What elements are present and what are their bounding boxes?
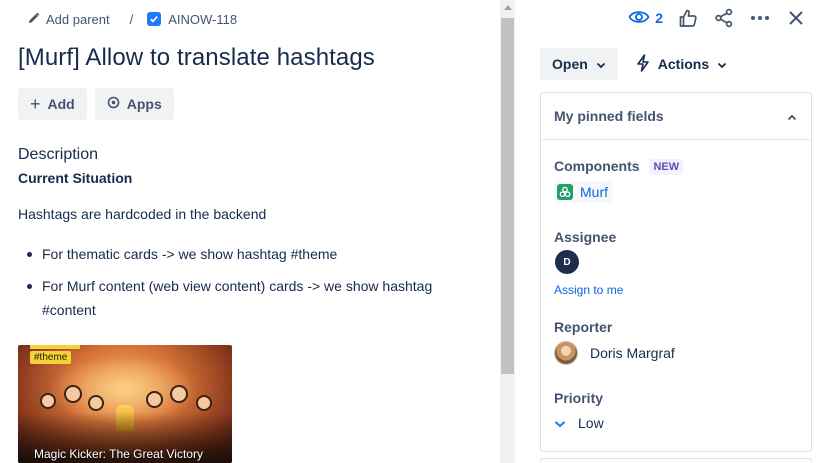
add-button[interactable]: + Add [18,88,87,120]
image-figure [88,395,104,411]
issue-key: AINOW-118 [168,11,238,27]
component-murf[interactable]: Murf [554,181,612,203]
pinned-fields-panel: My pinned fields Components NEW Murf Ass… [540,92,812,452]
actions-label: Actions [657,56,710,72]
status-row: Open Actions [540,48,733,80]
new-badge: NEW [649,159,684,175]
add-button-label: Add [47,96,75,112]
chevron-down-icon [717,56,727,72]
watch-button[interactable]: 2 [628,9,663,28]
image-figure [40,393,56,409]
issue-main-pane: Add parent / AINOW-118 [Murf] Allow to t… [0,0,500,463]
header-actions: 2 [628,6,807,30]
pencil-icon [28,12,40,27]
priority-field[interactable]: Low [554,415,604,431]
pinned-fields-header[interactable]: My pinned fields [541,93,811,140]
actions-dropdown[interactable]: Actions [630,48,733,80]
apps-button-label: Apps [126,96,162,112]
breadcrumb-separator: / [129,11,134,27]
image-figure [196,395,212,411]
add-parent-link[interactable]: Add parent [28,12,110,27]
pinned-fields-title: My pinned fields [554,108,664,124]
apps-button[interactable]: Apps [94,88,174,120]
reporter-field[interactable]: Doris Margraf [554,341,675,365]
avatar [554,341,578,365]
lightning-icon [636,53,650,75]
components-label: Components NEW [554,158,684,175]
image-highlight [30,345,80,349]
next-panel-edge [540,458,812,463]
status-label: Open [552,56,588,72]
breadcrumb: Add parent / AINOW-118 [28,10,237,28]
assignee-label: Assignee [554,229,617,245]
priority-label: Priority [554,390,604,406]
image-figure [64,385,82,403]
scroll-up-icon[interactable] [504,5,512,10]
plus-icon: + [30,94,41,114]
priority-value: Low [578,415,604,431]
image-caption: Magic Kicker: The Great Victory [34,447,203,461]
list-item: For thematic cards -> we show hashtag #t… [18,242,458,266]
description-paragraph: Hashtags are hardcoded in the backend [18,206,267,222]
apps-icon [107,96,120,112]
chevron-down-icon [596,56,606,72]
issue-sidebar: 2 Open Actions My pinned fields Componen… [515,0,821,463]
share-icon[interactable] [713,7,735,29]
description-heading: Description [18,146,99,163]
scrollbar-thumb[interactable] [501,18,514,374]
reporter-name: Doris Margraf [590,345,675,361]
issue-key-link[interactable]: AINOW-118 [147,12,237,27]
component-name: Murf [580,184,608,200]
status-dropdown[interactable]: Open [540,48,618,80]
avatar[interactable]: D [555,250,579,274]
add-parent-label: Add parent [46,11,110,27]
eye-icon [628,9,650,28]
thumbs-up-icon[interactable] [677,7,699,29]
components-label-text: Components [554,158,640,174]
reporter-label: Reporter [554,319,613,335]
image-figure [146,391,163,408]
issue-title[interactable]: [Murf] Allow to translate hashtags [18,44,375,72]
close-icon[interactable] [785,7,807,29]
more-icon[interactable] [749,7,771,29]
description-bullet-list: For thematic cards -> we show hashtag #t… [18,242,458,330]
list-item: For Murf content (web view content) card… [18,274,458,322]
watchers-count: 2 [655,10,663,26]
issue-toolbar: + Add Apps [18,88,174,120]
description-subheading: Current Situation [18,170,133,186]
embedded-image[interactable]: #theme Magic Kicker: The Great Victory [18,345,232,463]
image-figure [170,385,188,403]
chevron-up-icon[interactable] [787,108,797,124]
scrollbar[interactable] [500,0,515,463]
component-icon [557,184,573,200]
priority-low-icon [554,415,566,431]
task-type-icon [147,12,162,26]
image-tag: #theme [30,351,72,364]
assign-to-me-link[interactable]: Assign to me [554,283,623,297]
